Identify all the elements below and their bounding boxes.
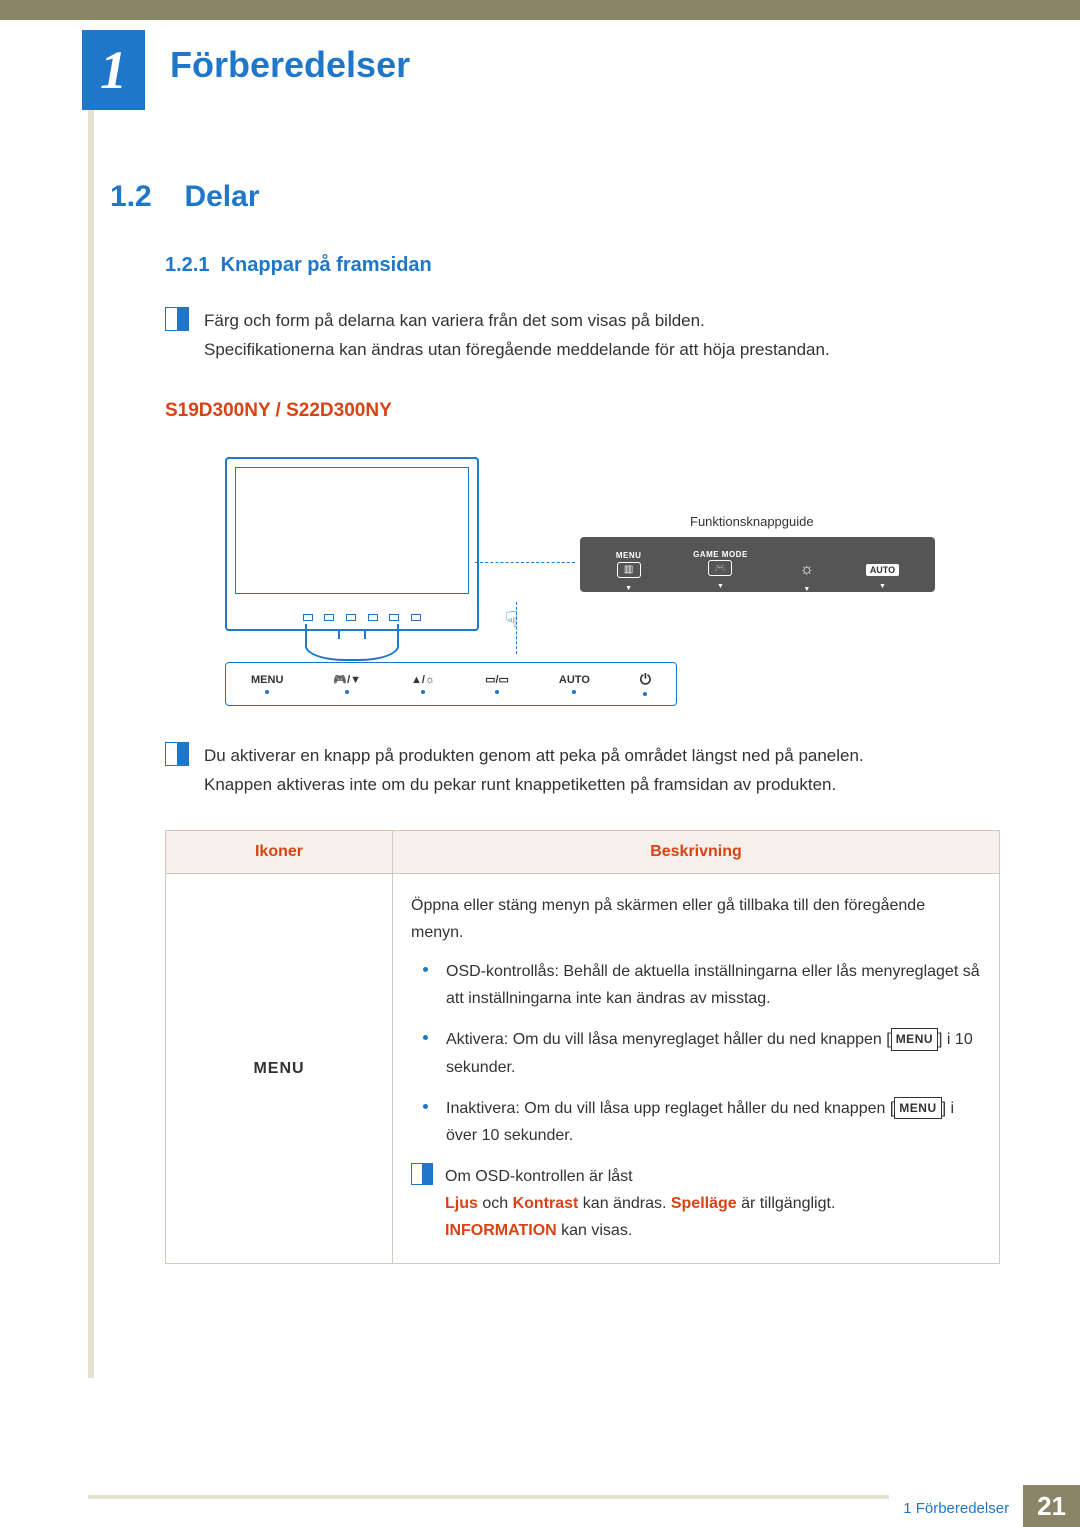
inner-note-title: Om OSD-kontrollen är låst — [445, 1163, 835, 1190]
inner-note-text: Om OSD-kontrollen är låst Ljus och Kontr… — [445, 1163, 835, 1245]
section-number: 1.2 — [110, 180, 180, 214]
brightness-icon: ☼ — [799, 561, 814, 579]
callout-dash-horizontal — [475, 562, 575, 563]
guide-game-label: GAME MODE — [693, 552, 748, 558]
chapter-number: 1 — [100, 39, 127, 101]
guide-cell-auto: AUTO — [866, 553, 899, 576]
inner-note: Om OSD-kontrollen är låst Ljus och Kontr… — [411, 1163, 981, 1245]
bullet-2: Aktivera: Om du vill låsa menyreglaget h… — [411, 1026, 981, 1080]
inner-note-line: Ljus och Kontrast kan ändras. Spelläge ä… — [445, 1190, 835, 1244]
row1-icon-cell: MENU — [166, 873, 393, 1263]
bullet-3: Inaktivera: Om du vill låsa upp reglaget… — [411, 1095, 981, 1149]
monitor-screen — [235, 467, 469, 594]
model-heading: S19D300NY / S22D300NY — [165, 400, 1000, 422]
button-strip-diagram: MENU 🎮/▼ ▲/☼ ▭/▭ AUTO — [225, 662, 677, 706]
guide-cell-brightness: ☼ — [799, 550, 814, 579]
row1-desc-cell: Öppna eller stäng menyn på skärmen eller… — [393, 873, 1000, 1263]
product-diagram: ☟ Funktionsknappguide MENU ▥ GAME MODE 🎮… — [210, 442, 930, 712]
function-key-guide-box: MENU ▥ GAME MODE 🎮 ☼ AUTO — [580, 537, 935, 592]
guide-cell-game: GAME MODE 🎮 — [693, 552, 748, 576]
table-row: MENU Öppna eller stäng menyn på skärmen … — [166, 873, 1000, 1263]
power-icon — [640, 671, 651, 688]
strip-power — [640, 671, 651, 696]
note-block-1: Färg och form på delarna kan variera frå… — [165, 307, 1000, 365]
bullet-1: OSD-kontrollås: Behåll de aktuella instä… — [411, 958, 981, 1012]
subsection-number: 1.2.1 — [165, 254, 209, 276]
note2-line2: Knappen aktiveras inte om du pekar runt … — [204, 771, 864, 800]
th-description: Beskrivning — [393, 830, 1000, 873]
monitor-outline — [225, 457, 479, 631]
note1-line2: Specifikationerna kan ändras utan föregå… — [204, 336, 830, 365]
subsection-heading: 1.2.1 Knappar på framsidan — [165, 254, 1000, 277]
menu-chip: MENU — [894, 1097, 941, 1119]
note-icon — [411, 1163, 433, 1185]
note-block-2: Du aktiverar en knapp på produkten genom… — [165, 742, 1000, 800]
note-text-2: Du aktiverar en knapp på produkten genom… — [204, 742, 864, 800]
note-icon — [165, 742, 189, 766]
monitor-button-row — [297, 614, 427, 621]
section-title: Delar — [184, 180, 259, 214]
note-text-1: Färg och form på delarna kan variera frå… — [204, 307, 830, 365]
gamepad-icon: 🎮 — [708, 560, 732, 576]
note-icon — [165, 307, 189, 331]
subsection-title: Knappar på framsidan — [221, 254, 432, 276]
footer-chapter-label: 1 Förberedelser — [889, 1485, 1023, 1527]
row1-intro: Öppna eller stäng menyn på skärmen eller… — [411, 892, 981, 946]
chapter-title: Förberedelser — [170, 44, 410, 86]
guide-cell-menu: MENU ▥ — [616, 551, 642, 578]
note2-line1: Du aktiverar en knapp på produkten genom… — [204, 742, 864, 771]
chapter-number-tab: 1 — [82, 30, 145, 110]
function-key-guide-label: Funktionsknappguide — [690, 514, 814, 529]
footer-page-number: 21 — [1023, 1485, 1080, 1527]
strip-game-down: 🎮/▼ — [333, 673, 361, 694]
guide-menu-label: MENU — [616, 551, 642, 560]
monitor-stand — [305, 624, 399, 661]
guide-auto-label: AUTO — [866, 564, 899, 576]
strip-auto: AUTO — [559, 674, 590, 694]
row1-bullets: OSD-kontrollås: Behåll de aktuella instä… — [411, 958, 981, 1149]
strip-up-bright: ▲/☼ — [411, 674, 435, 694]
th-icons: Ikoner — [166, 830, 393, 873]
buttons-table: Ikoner Beskrivning MENU Öppna eller stän… — [165, 830, 1000, 1264]
note1-line1: Färg och form på delarna kan variera frå… — [204, 307, 830, 336]
left-accent-strip — [88, 33, 94, 1378]
menu-icon: ▥ — [617, 562, 641, 578]
page-footer: 1 Förberedelser 21 — [0, 1485, 1080, 1527]
pointing-hand-icon: ☟ — [505, 607, 518, 633]
top-accent-bar — [0, 0, 1080, 20]
menu-chip: MENU — [891, 1028, 938, 1050]
strip-source: ▭/▭ — [485, 673, 509, 694]
section-heading: 1.2 Delar — [110, 180, 1000, 214]
strip-menu: MENU — [251, 674, 283, 694]
